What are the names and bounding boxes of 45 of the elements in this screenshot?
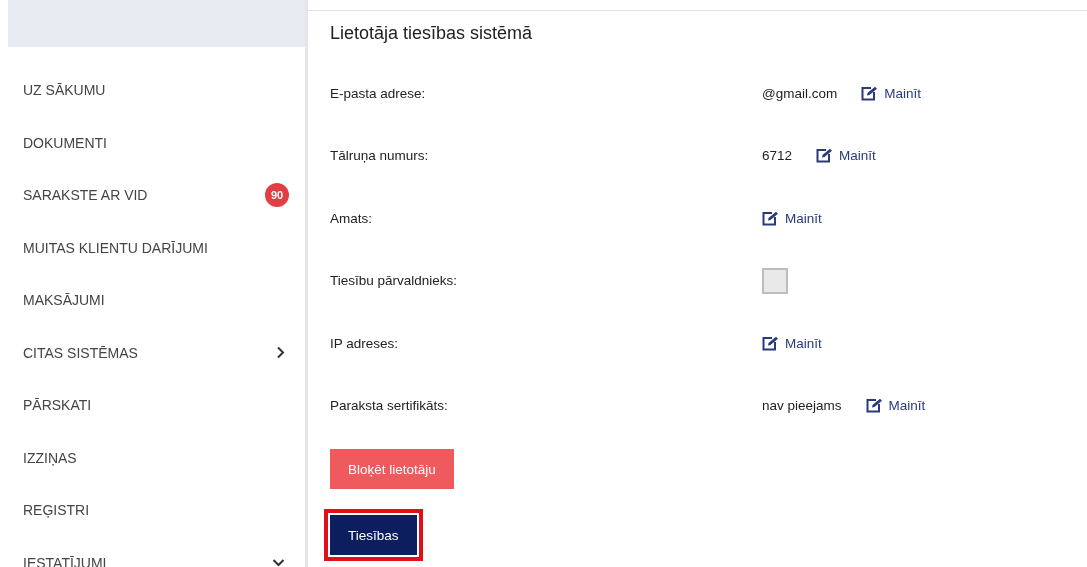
chevron-down-icon — [272, 558, 285, 567]
sidebar-item[interactable]: SARAKSTE AR VID 90 — [8, 169, 305, 222]
sidebar-item[interactable]: MAKSĀJUMI — [8, 274, 305, 327]
edit-icon — [865, 398, 883, 414]
edit-icon — [816, 148, 834, 164]
sidebar-item[interactable]: PĀRSKATI — [8, 379, 305, 432]
sidebar-item-label: PĀRSKATI — [23, 397, 93, 414]
sidebar-item[interactable]: IZZIŅAS — [8, 431, 305, 484]
field-value: @gmail.com — [762, 85, 838, 101]
sidebar-item[interactable]: CITAS SISTĒMAS — [8, 326, 305, 379]
sidebar-item-label: REĢISTRI — [23, 502, 91, 519]
field-value: 6712 — [762, 148, 793, 164]
sidebar-item[interactable]: REĢISTRI — [8, 484, 305, 537]
field-label: Paraksta sertifikāts: — [330, 398, 449, 414]
field-label: Tālruņa numurs: — [330, 148, 430, 164]
sidebar-item-label: IZZIŅAS — [23, 449, 78, 466]
sidebar-item-label: MUITAS KLIENTU DARĪJUMI — [23, 239, 209, 256]
sidebar-item[interactable]: IESTATĪJUMI — [8, 536, 305, 567]
rights-button[interactable]: Tiesības — [330, 515, 417, 555]
page-title: Lietotāja tiesības sistēmā — [330, 23, 534, 44]
edit-icon — [762, 210, 779, 226]
field-label: Tiesību pārvaldnieks: — [330, 273, 459, 289]
edit-link[interactable]: Mainīt — [762, 335, 822, 351]
edit-link[interactable]: Mainīt — [861, 85, 921, 101]
field-label: IP adreses: — [330, 335, 400, 351]
sidebar-item-label: UZ SĀKUMU — [23, 82, 107, 99]
edit-icon — [762, 335, 779, 351]
edit-icon — [861, 85, 879, 101]
sidebar-item[interactable]: DOKUMENTI — [8, 116, 305, 169]
sidebar-item-label: DOKUMENTI — [23, 134, 108, 151]
sidebar-item-label: MAKSĀJUMI — [23, 292, 106, 309]
count-badge: 90 — [265, 183, 289, 208]
sidebar-item-label: SARAKSTE AR VID — [23, 187, 149, 204]
chevron-right-icon — [276, 346, 285, 360]
field-label: E-pasta adrese: — [330, 85, 427, 101]
sidebar-item[interactable]: UZ SĀKUMU — [8, 64, 305, 117]
field-value: nav pieejams — [762, 398, 842, 414]
sidebar-item[interactable]: MUITAS KLIENTU DARĪJUMI — [8, 221, 305, 274]
edit-link[interactable]: Mainīt — [762, 210, 822, 226]
sidebar-item-label: CITAS SISTĒMAS — [23, 344, 139, 361]
checkbox[interactable] — [762, 267, 788, 294]
sidebar-item-label: IESTATĪJUMI — [23, 554, 108, 567]
field-label: Amats: — [330, 210, 373, 226]
edit-link[interactable]: Mainīt — [865, 398, 926, 414]
edit-link[interactable]: Mainīt — [816, 148, 876, 164]
